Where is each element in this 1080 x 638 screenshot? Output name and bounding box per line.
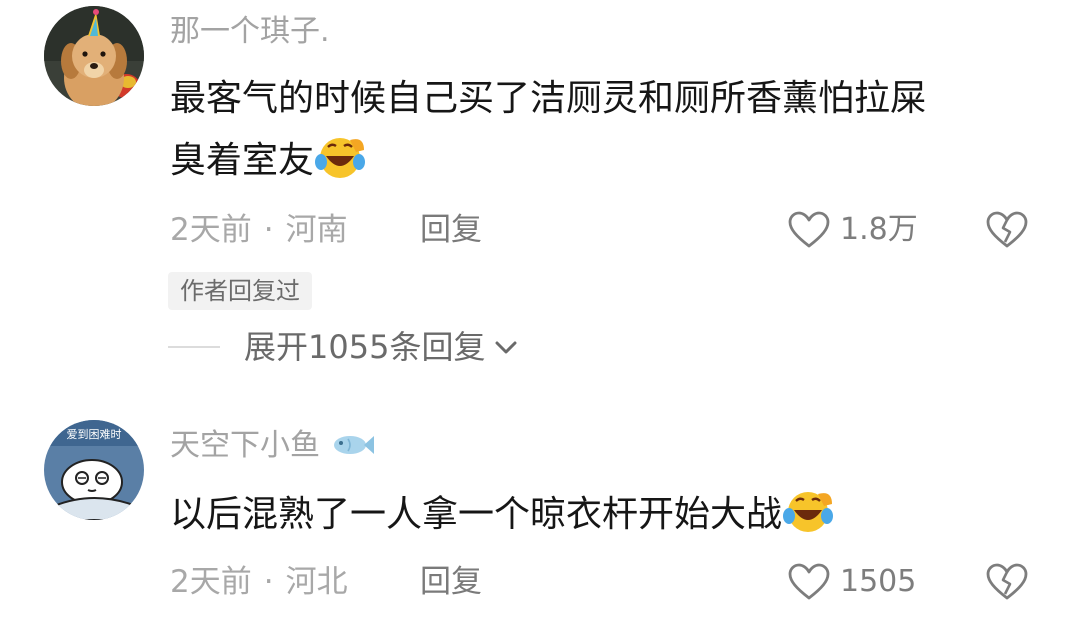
comment-text-line-1-text: 以后混熟了一人拿一个晾衣杆开始大战 <box>170 494 783 535</box>
comment-time: 2天前 <box>170 564 252 600</box>
comment-text: 以后混熟了一人拿一个晾衣杆开始大战 <box>170 484 1050 546</box>
like-count: 1505 <box>840 564 917 599</box>
reply-button[interactable]: 回复 <box>420 562 482 602</box>
username[interactable]: 天空下小鱼 <box>170 428 374 464</box>
broken-heart-icon <box>986 563 1028 600</box>
comment-location: 河北 <box>285 564 348 600</box>
avatar[interactable]: 爱到困难时 <box>44 420 144 520</box>
comment-text-line-1: 以后混熟了一人拿一个晾衣杆开始大战 <box>170 484 1050 546</box>
laughing-crying-emoji-icon <box>782 486 838 534</box>
username-text: 天空下小鱼 <box>170 428 320 463</box>
dislike-button[interactable] <box>984 562 1030 606</box>
avatar-caption: 爱到困难时 <box>67 428 122 441</box>
comment-2: 爱到困难时 天空下小鱼 以后混熟了一人拿一个晾衣杆开始大战 2天前 · 河北 回… <box>0 0 1080 638</box>
comment-meta: 2天前 · 河北 <box>170 562 348 602</box>
fish-icon <box>333 436 374 454</box>
like-button[interactable]: 1505 <box>786 562 916 602</box>
meta-separator: · <box>263 564 274 600</box>
cartoon-blanket-avatar-image: 爱到困难时 <box>44 420 144 520</box>
heart-icon <box>788 563 830 600</box>
